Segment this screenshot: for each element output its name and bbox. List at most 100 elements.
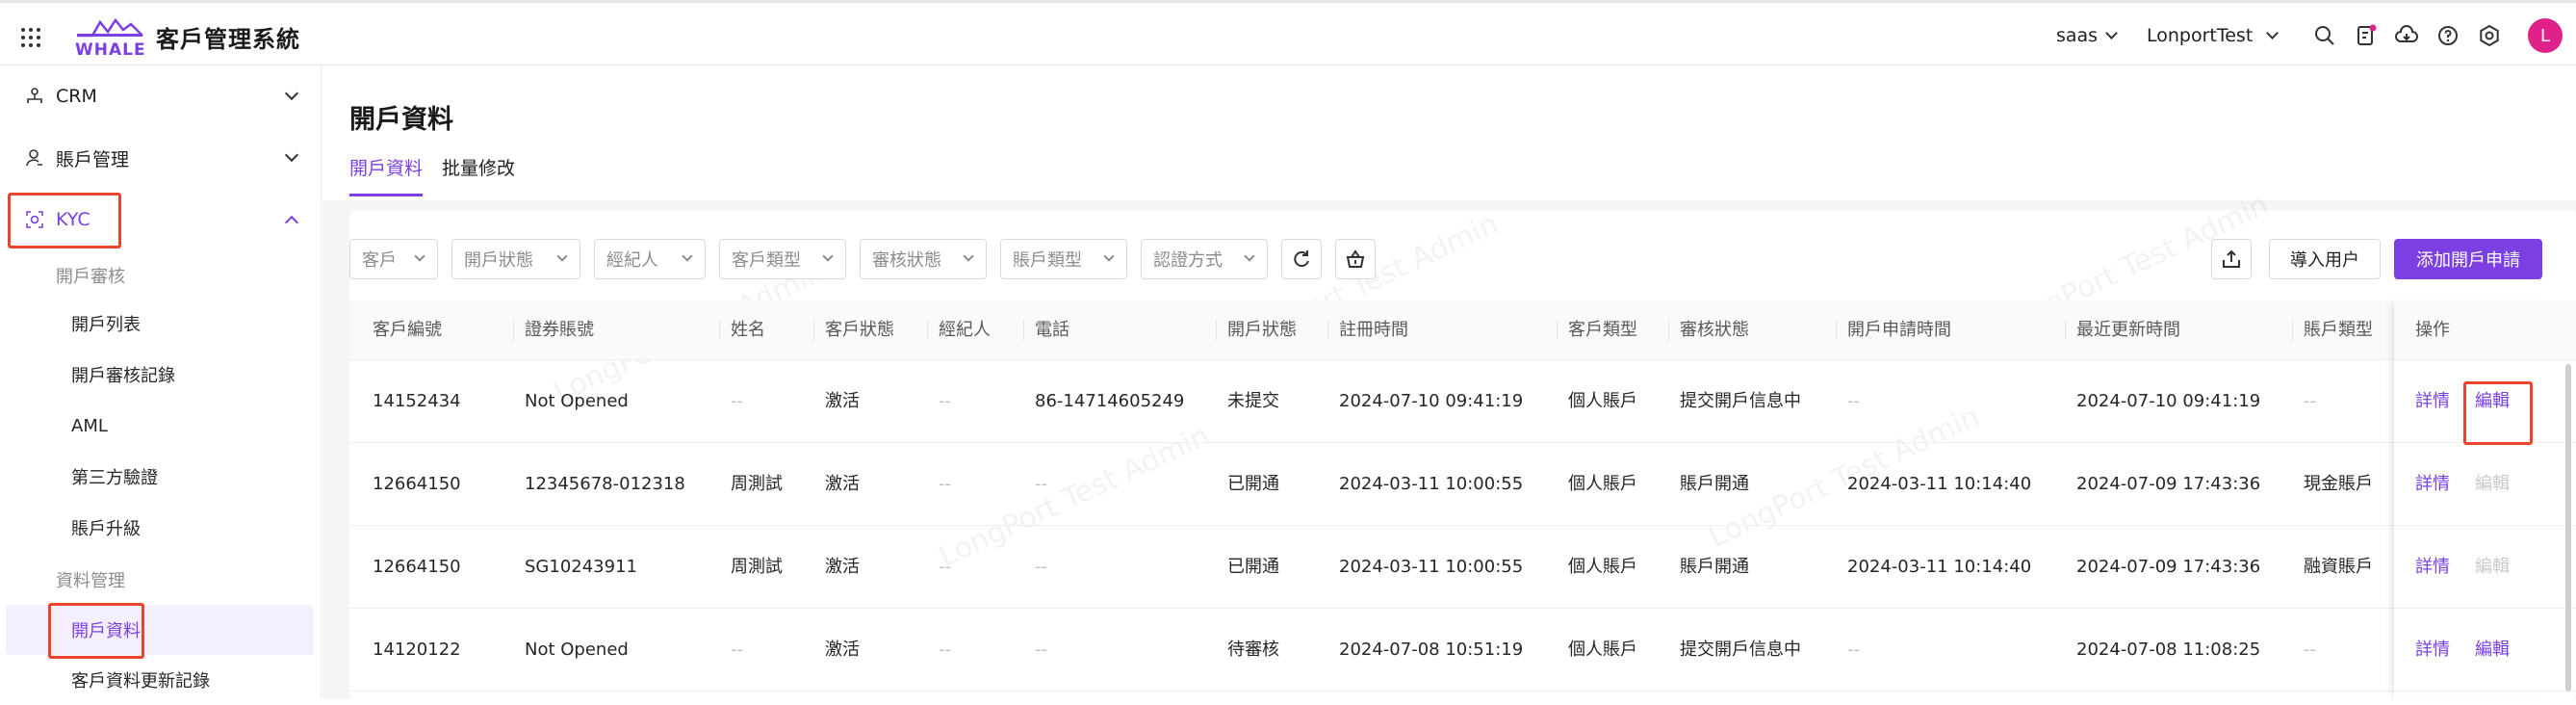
sidebar-item-review-records[interactable]: 開戶審核記錄	[0, 350, 322, 400]
export-button[interactable]	[2211, 239, 2252, 279]
filter-label: 客戶	[362, 250, 397, 271]
operations-cell: 詳情 編輯	[2394, 609, 2548, 692]
table-row: 12664150 SG10243911 周測試 激活 -- -- 已開通 202…	[349, 526, 2576, 609]
sidebar-item-account-data[interactable]: 開戶資料	[6, 605, 314, 655]
chevron-down-icon	[284, 86, 299, 101]
sidebar-menu-label: KYC	[56, 209, 90, 230]
search-icon[interactable]	[2313, 24, 2336, 47]
sidebar-item-third-party-verification[interactable]: 第三方驗證	[0, 452, 322, 502]
user-icon	[26, 149, 42, 167]
table-header: 客戶編號 證券賬號 姓名 客戶狀態 經紀人 電話 開戶狀態 註冊時間 客戶類型 …	[349, 300, 2576, 360]
column-header: 電話	[1023, 300, 1069, 360]
tab-account-data[interactable]: 開戶資料	[349, 154, 424, 196]
clear-filters-button[interactable]	[1335, 239, 1376, 279]
cell-apply-time: --	[1847, 640, 1860, 660]
sidebar-menu-account[interactable]: 賬戶管理	[0, 127, 322, 189]
sidebar-item-account-upgrade[interactable]: 賬戶升級	[0, 503, 322, 553]
column-header: 經紀人	[927, 300, 991, 360]
cell-open-status: 已開通	[1227, 557, 1279, 577]
apps-grid-icon[interactable]	[19, 26, 42, 49]
sidebar: CRM 賬戶管理 KYC 開戶審核 開戶列表 開戶審核記錄 AML 第三方驗證 …	[0, 65, 322, 699]
cell-register-time: 2024-07-10 09:41:19	[1339, 391, 1524, 411]
filter-customer[interactable]: 客戶	[349, 239, 438, 279]
cloud-download-icon[interactable]	[2395, 24, 2418, 47]
cell-name: 周測試	[731, 474, 783, 494]
sidebar-item-update-records[interactable]: 客戶資料更新記錄	[0, 655, 322, 705]
user-avatar[interactable]: L	[2528, 18, 2563, 53]
column-header-operations: 操作	[2394, 300, 2548, 360]
cell-customer-type: 個人賬戶	[1568, 640, 1637, 660]
chevron-down-icon	[822, 250, 834, 262]
help-icon[interactable]	[2436, 24, 2460, 47]
detail-link[interactable]: 詳情	[2415, 609, 2450, 692]
filter-label: 認證方式	[1153, 250, 1223, 271]
filter-label: 審核狀態	[872, 250, 941, 271]
edit-link-disabled: 編輯	[2475, 557, 2510, 577]
cell-broker: --	[939, 391, 951, 411]
detail-link[interactable]: 詳情	[2415, 443, 2450, 526]
operations-cell: 詳情 編輯	[2394, 360, 2548, 443]
cell-updated-time: 2024-07-09 17:43:36	[2076, 474, 2261, 494]
chevron-down-icon	[414, 250, 425, 262]
sidebar-item-account-list[interactable]: 開戶列表	[0, 299, 322, 349]
table-row: 14120122 Not Opened -- 激活 -- -- 待審核 2024…	[349, 609, 2576, 692]
cell-customer-id: 12664150	[373, 557, 461, 577]
org-selector[interactable]: LonportTest	[2147, 3, 2280, 68]
table-card: LongPort Test Admin LongPort Test Admin …	[349, 188, 2576, 699]
refresh-button[interactable]	[1281, 239, 1322, 279]
cell-name: 周測試	[731, 557, 783, 577]
whale-logo[interactable]: WHALE	[75, 16, 145, 59]
detail-link[interactable]: 詳情	[2415, 360, 2450, 443]
cell-review-status: 提交開戶信息中	[1680, 640, 1801, 660]
tab-batch-edit[interactable]: 批量修改	[442, 154, 515, 194]
tenant-selector[interactable]: saas	[2056, 3, 2118, 68]
column-header: 最近更新時間	[2065, 300, 2180, 360]
edit-link-disabled: 編輯	[2475, 474, 2510, 494]
logo-text: WHALE	[75, 40, 146, 60]
sidebar-menu-crm[interactable]: CRM	[0, 65, 322, 127]
vertical-scrollbar[interactable]	[2565, 364, 2571, 692]
chevron-down-icon	[2105, 26, 2118, 39]
filter-label: 經紀人	[606, 250, 658, 271]
sidebar-menu-kyc[interactable]: KYC	[0, 189, 322, 250]
main-content: 開戶資料 開戶資料 批量修改 LongPort Test Admin LongP…	[322, 65, 2576, 699]
filter-review-status[interactable]: 審核狀態	[860, 239, 987, 279]
cell-review-status: 提交開戶信息中	[1680, 391, 1801, 411]
cell-open-status: 未提交	[1227, 391, 1279, 411]
column-header: 姓名	[719, 300, 765, 360]
detail-link[interactable]: 詳情	[2415, 526, 2450, 609]
cell-apply-time: 2024-03-11 10:14:40	[1847, 557, 2032, 577]
import-users-button[interactable]: 導入用户	[2269, 239, 2381, 279]
tenant-label: saas	[2056, 25, 2099, 46]
edit-link[interactable]: 編輯	[2475, 360, 2510, 443]
sidebar-menu-label: CRM	[56, 86, 97, 107]
chevron-down-icon	[556, 250, 568, 262]
chevron-down-icon	[284, 147, 299, 163]
document-notification-icon[interactable]	[2355, 24, 2378, 47]
operations-column: 操作 詳情 編輯 詳情 編輯 詳情 編輯 詳情 編輯	[2394, 299, 2548, 699]
chevron-down-icon	[682, 250, 693, 262]
filter-customer-type[interactable]: 客戶類型	[719, 239, 846, 279]
settings-gear-icon[interactable]	[2478, 24, 2501, 47]
column-header: 證券賬號	[513, 300, 594, 360]
table-row: 12664150 12345678-012318 周測試 激活 -- -- 已開…	[349, 443, 2576, 526]
column-header: 客戶狀態	[813, 300, 894, 360]
cell-name: --	[731, 391, 743, 411]
sidebar-group-title: 資料管理	[56, 571, 125, 591]
edit-link[interactable]: 編輯	[2475, 609, 2510, 692]
chevron-up-icon	[284, 215, 299, 230]
filter-auth-method[interactable]: 認證方式	[1141, 239, 1268, 279]
add-account-application-button[interactable]: 添加開戶申請	[2394, 239, 2542, 279]
filter-broker[interactable]: 經紀人	[594, 239, 706, 279]
cell-customer-status: 激活	[825, 640, 860, 660]
sidebar-item-aml[interactable]: AML	[0, 401, 322, 451]
cell-customer-status: 激活	[825, 391, 860, 411]
filter-label: 賬戶類型	[1013, 250, 1082, 271]
chevron-down-icon	[2266, 26, 2280, 39]
cell-phone: --	[1035, 640, 1047, 660]
cell-customer-status: 激活	[825, 474, 860, 494]
filter-account-type[interactable]: 賬戶類型	[1000, 239, 1127, 279]
filter-open-status[interactable]: 開戶狀態	[451, 239, 580, 279]
cell-securities-account: Not Opened	[525, 391, 629, 411]
cell-phone: 86-14714605249	[1035, 391, 1185, 411]
